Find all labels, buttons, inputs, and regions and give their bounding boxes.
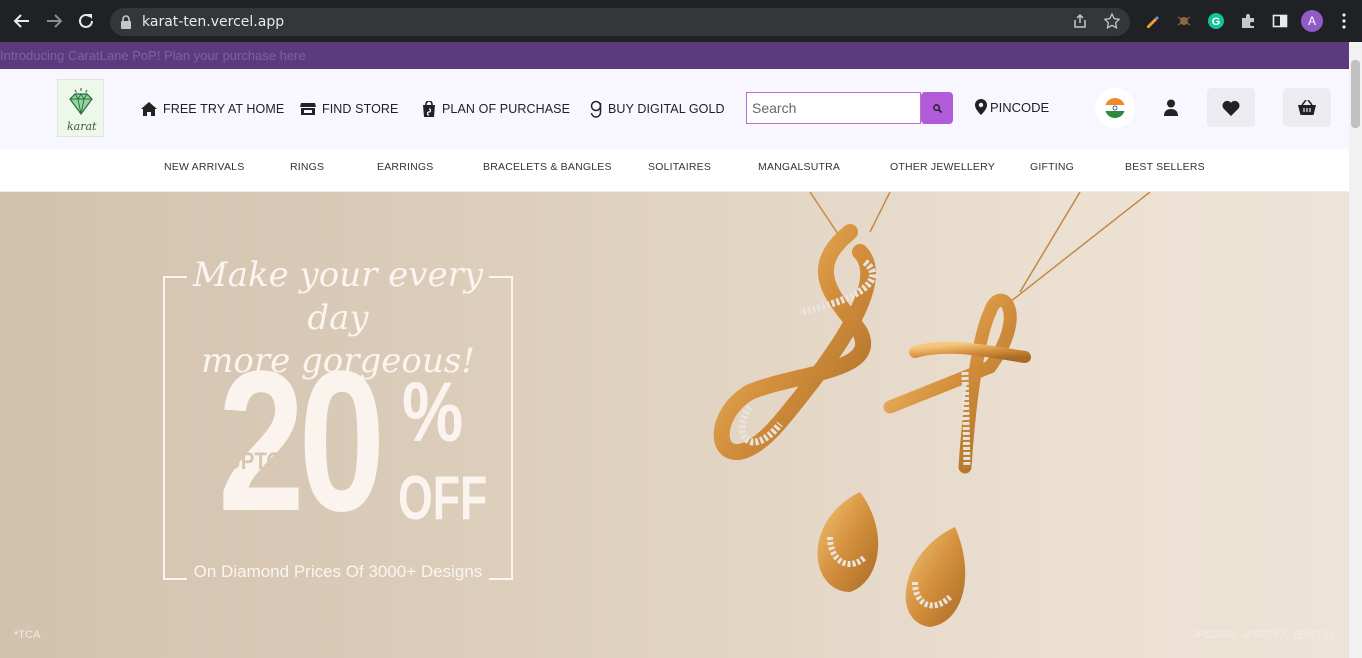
hero-subtitle: On Diamond Prices Of 3000+ Designs (193, 562, 483, 581)
user-icon (1164, 99, 1178, 116)
logo-text: karat (67, 120, 97, 133)
india-flag-icon (1105, 98, 1125, 118)
category-mangalsutra[interactable]: MANGALSUTRA (758, 161, 840, 173)
grammarly-icon[interactable]: G (1206, 11, 1226, 31)
puzzle-extensions-icon[interactable] (1238, 11, 1258, 31)
category-gifting[interactable]: GIFTING (1030, 161, 1074, 173)
search-icon (932, 103, 942, 113)
gold-icon (590, 100, 602, 118)
account-button[interactable] (1147, 88, 1195, 127)
menu-kebab-icon[interactable] (1334, 11, 1354, 31)
url-text: karat-ten.vercel.app (142, 14, 285, 30)
lock-icon (121, 15, 131, 29)
percent-sign: % (402, 365, 464, 459)
bookmark-star-icon[interactable] (1102, 11, 1122, 31)
bug-extension-icon[interactable] (1174, 11, 1194, 31)
nav-plan-of-purchase[interactable]: PLAN OF PURCHASE (422, 99, 570, 119)
headline-line-1: Make your every day (192, 255, 484, 338)
nav-label: FREE TRY AT HOME (163, 102, 285, 116)
category-nav: NEW ARRIVALS RINGS EARRINGS BRACELETS & … (0, 149, 1349, 192)
nav-find-store[interactable]: FIND STORE (300, 99, 398, 119)
browser-toolbar: karat-ten.vercel.app G A (0, 0, 1362, 42)
forward-icon[interactable] (42, 9, 66, 33)
category-best-sellers[interactable]: BEST SELLERS (1125, 161, 1205, 173)
back-icon[interactable] (10, 9, 34, 33)
jewellery-pendants-image (713, 192, 1151, 627)
store-icon (300, 103, 316, 115)
off-label: OFF (398, 464, 488, 533)
shopping-bag-icon (423, 101, 435, 117)
hero-banner[interactable]: Make your every day more gorgeous! 20 UP… (0, 192, 1349, 658)
category-new-arrivals[interactable]: NEW ARRIVALS (164, 161, 244, 173)
terms-label: *TCA (14, 629, 41, 641)
category-earrings[interactable]: EARRINGS (377, 161, 433, 173)
category-bracelets-bangles[interactable]: BRACELETS & BANGLES (483, 161, 612, 173)
svg-text:G: G (1212, 16, 1221, 28)
profile-avatar[interactable]: A (1301, 10, 1323, 32)
heart-icon (1222, 100, 1240, 116)
announcement-text[interactable]: Introducing CaratLane PoP! Plan your pur… (0, 48, 306, 63)
location-pin-icon (975, 99, 987, 115)
category-solitaires[interactable]: SOLITAIRES (648, 161, 711, 173)
wishlist-button[interactable] (1207, 88, 1255, 127)
pincode-label: PINCODE (990, 99, 1050, 115)
home-icon (141, 102, 157, 116)
nav-label: BUY DIGITAL GOLD (608, 102, 725, 116)
nav-label: FIND STORE (322, 102, 399, 116)
site-logo[interactable]: karat (57, 79, 104, 137)
search-input[interactable] (746, 92, 921, 124)
basket-icon (1298, 100, 1316, 115)
diamond-logo-icon (69, 88, 93, 116)
page-scrollbar[interactable] (1349, 42, 1362, 658)
side-panel-icon[interactable] (1270, 11, 1290, 31)
cart-button[interactable] (1283, 88, 1331, 127)
nav-free-try-at-home[interactable]: FREE TRY AT HOME (141, 99, 284, 119)
scrollbar-thumb[interactable] (1351, 60, 1360, 128)
discount-number: 20 (218, 330, 385, 553)
share-icon[interactable] (1070, 11, 1090, 31)
announcement-bar[interactable]: Introducing CaratLane PoP! Plan your pur… (0, 42, 1349, 69)
reload-icon[interactable] (74, 9, 98, 33)
pincode-selector[interactable]: PINCODE (975, 99, 1049, 115)
nav-label: PLAN OF PURCHASE (442, 102, 571, 116)
category-other-jewellery[interactable]: OTHER JEWELLERY (890, 161, 995, 173)
country-selector[interactable] (1095, 88, 1135, 128)
nav-buy-digital-gold[interactable]: BUY DIGITAL GOLD (590, 99, 725, 119)
search-button[interactable] (921, 92, 953, 124)
pen-extension-icon[interactable] (1142, 11, 1162, 31)
product-codes: JP03065, JP00793, JE06182 (1192, 629, 1335, 641)
site-header: karat FREE TRY AT HOME FIND STORE PLAN O… (0, 69, 1349, 149)
category-rings[interactable]: RINGS (290, 161, 324, 173)
upto-label: UPTO (226, 448, 283, 475)
